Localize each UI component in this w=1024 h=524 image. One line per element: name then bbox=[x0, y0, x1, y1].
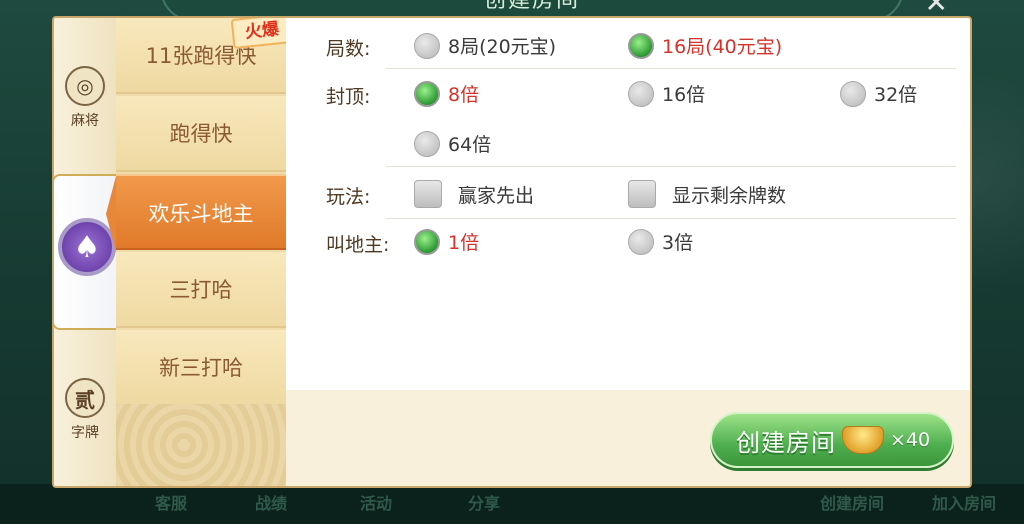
background-bottom-bar: 客服 战绩 活动 分享 创建房间 加入房间 bbox=[0, 484, 1024, 524]
divider bbox=[386, 218, 956, 219]
cap-option-32[interactable]: 32倍 bbox=[840, 80, 917, 107]
category-sidebar: ◎ 麻将 ♠ 贰 字牌 bbox=[54, 18, 122, 486]
game-item-doudizhu[interactable]: 欢乐斗地主 bbox=[106, 174, 286, 252]
game-item-paodekuai[interactable]: 跑得快 bbox=[116, 96, 286, 172]
option-text: 显示剩余牌数 bbox=[672, 184, 787, 207]
rule-winner-first[interactable]: 赢家先出 bbox=[414, 180, 534, 208]
checkbox[interactable] bbox=[414, 180, 442, 208]
radio-unselected[interactable] bbox=[414, 130, 440, 157]
radio-selected[interactable] bbox=[414, 80, 440, 107]
rounds-label: 局数: bbox=[326, 38, 371, 60]
bg-item-record: 战绩 bbox=[255, 494, 288, 513]
bg-item-create-room: 创建房间 bbox=[820, 494, 885, 513]
radio-unselected[interactable] bbox=[628, 80, 654, 107]
game-list: 11张跑得快 跑得快 欢乐斗地主 三打哈 新三打哈 bbox=[106, 18, 286, 486]
zipai-coin-icon: 贰 bbox=[65, 378, 105, 418]
bg-item-activity: 活动 bbox=[360, 494, 393, 513]
cap-option-16[interactable]: 16倍 bbox=[628, 80, 705, 107]
game-item-new-sandaha[interactable]: 新三打哈 bbox=[116, 330, 286, 406]
dialog-title: 创建房间 bbox=[483, 0, 580, 13]
category-mahjong[interactable]: ◎ 麻将 bbox=[54, 66, 116, 130]
radio-unselected[interactable] bbox=[840, 80, 866, 107]
radio-selected[interactable] bbox=[414, 228, 440, 255]
divider bbox=[386, 166, 956, 167]
checkbox[interactable] bbox=[628, 180, 656, 208]
radio-unselected[interactable] bbox=[628, 228, 654, 255]
mahjong-coin-icon: ◎ bbox=[65, 66, 105, 106]
cap-label: 封顶: bbox=[326, 86, 371, 108]
decorative-pattern bbox=[116, 404, 286, 486]
rounds-option-16[interactable]: 16局(40元宝) bbox=[628, 32, 782, 59]
cap-option-8[interactable]: 8倍 bbox=[414, 80, 479, 107]
rule-show-remaining[interactable]: 显示剩余牌数 bbox=[628, 180, 786, 208]
category-zipai[interactable]: 贰 字牌 bbox=[54, 378, 116, 442]
option-text: 8局(20元宝) bbox=[448, 36, 557, 58]
rounds-option-8[interactable]: 8局(20元宝) bbox=[414, 32, 556, 59]
option-text: 16倍 bbox=[662, 84, 706, 106]
category-label: 麻将 bbox=[71, 113, 99, 129]
gold-ingot-icon bbox=[842, 426, 884, 454]
radio-unselected[interactable] bbox=[414, 32, 440, 59]
bg-item-join-room: 加入房间 bbox=[932, 494, 997, 513]
create-room-button[interactable]: 创建房间 ×40 bbox=[710, 412, 954, 468]
option-text: 3倍 bbox=[662, 232, 694, 254]
option-text: 16局(40元宝) bbox=[662, 36, 783, 58]
bg-item-share: 分享 bbox=[468, 494, 501, 513]
option-text: 32倍 bbox=[874, 84, 918, 106]
option-text: 1倍 bbox=[448, 232, 480, 254]
cap-option-64[interactable]: 64倍 bbox=[414, 130, 491, 157]
create-room-label: 创建房间 bbox=[736, 428, 836, 457]
option-text: 8倍 bbox=[448, 84, 480, 106]
settings-area: 局数: 8局(20元宝) 16局(40元宝) 封顶: 8倍 16倍 32倍 64… bbox=[286, 18, 970, 390]
bg-item-service: 客服 bbox=[155, 494, 188, 513]
bid-option-1[interactable]: 1倍 bbox=[414, 228, 479, 255]
option-text: 赢家先出 bbox=[458, 184, 535, 207]
bid-option-3[interactable]: 3倍 bbox=[628, 228, 693, 255]
category-label: 字牌 bbox=[71, 425, 99, 441]
option-text: 64倍 bbox=[448, 134, 492, 156]
cost-label: ×40 bbox=[890, 429, 931, 451]
divider bbox=[386, 68, 956, 69]
game-item-sandaha[interactable]: 三打哈 bbox=[116, 252, 286, 328]
create-room-dialog: ◎ 麻将 ♠ 贰 字牌 11张跑得快 跑得快 欢乐斗地主 三打哈 新三打哈 火爆… bbox=[52, 16, 972, 488]
dialog-footer: 创建房间 ×40 bbox=[286, 390, 970, 486]
bid-label: 叫地主: bbox=[326, 234, 390, 256]
rules-label: 玩法: bbox=[326, 186, 371, 208]
radio-selected[interactable] bbox=[628, 32, 654, 59]
